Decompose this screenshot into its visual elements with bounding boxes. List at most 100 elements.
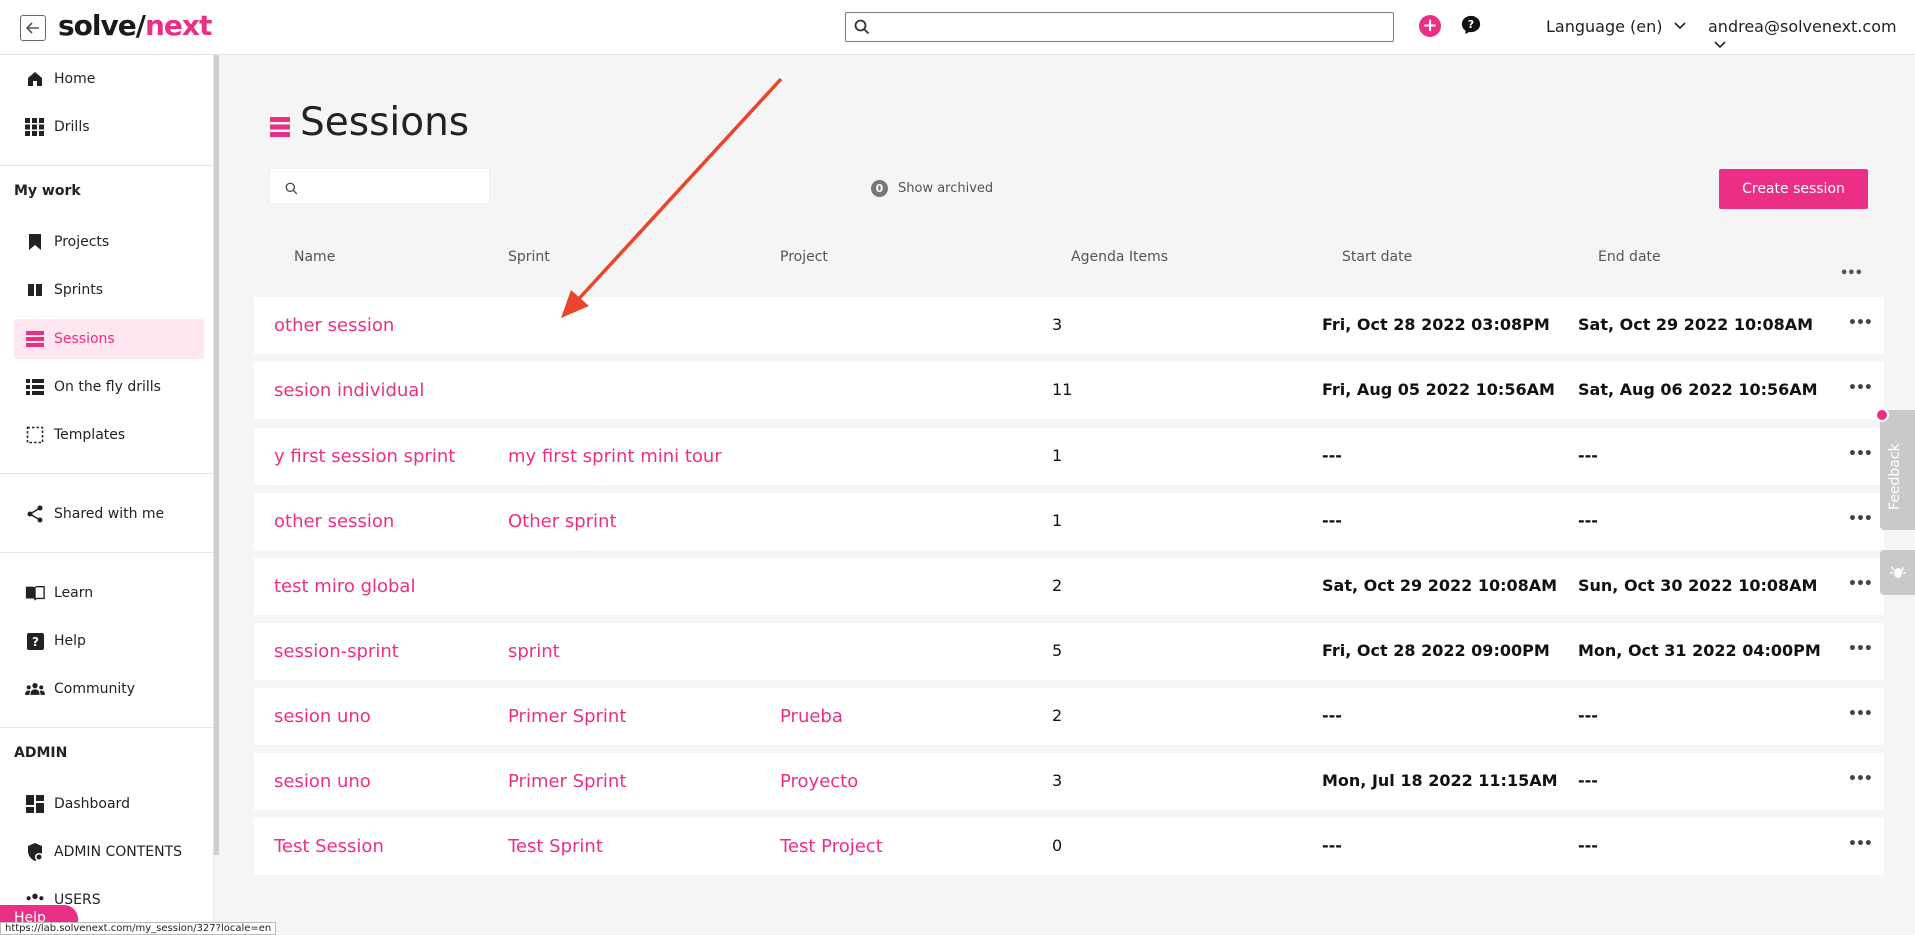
list-icon	[270, 116, 290, 137]
session-name-link[interactable]: Test Session	[274, 836, 384, 857]
sidebar-item-templates[interactable]: Templates	[14, 415, 204, 455]
start-date: Fri, Aug 05 2022 10:56AM	[1322, 380, 1555, 399]
chevron-down-icon	[1714, 41, 1726, 49]
sidebar-item-help[interactable]: ? Help	[14, 621, 204, 661]
logo[interactable]: solve/next	[58, 9, 212, 42]
dashed-square-icon	[25, 425, 45, 445]
start-date: ---	[1322, 446, 1342, 465]
page-title-text: Sessions	[300, 100, 470, 145]
sidebar-scrollbar[interactable]	[214, 55, 219, 855]
table-row[interactable]: y first session sprint my first sprint mi…	[254, 428, 1884, 485]
sprint-link[interactable]: Primer Sprint	[508, 771, 626, 792]
sidebar-item-community[interactable]: Community	[14, 669, 204, 709]
sprint-link[interactable]: Primer Sprint	[508, 706, 626, 727]
sidebar-item-admin-contents[interactable]: ADMIN CONTENTS	[14, 832, 204, 872]
column-header-end-date[interactable]: End date	[1598, 249, 1661, 265]
sidebar-item-shared-with-me[interactable]: Shared with me	[14, 494, 204, 534]
sidebar-item-drills[interactable]: Drills	[14, 107, 204, 147]
project-link[interactable]: Proyecto	[780, 771, 858, 792]
more-options-icon[interactable]: •••	[1848, 836, 1873, 852]
list-icon	[25, 329, 45, 349]
session-name-link[interactable]: sesion uno	[274, 771, 371, 792]
sprint-link[interactable]: my first sprint mini tour	[508, 446, 722, 467]
sidebar-item-label: Templates	[54, 427, 126, 443]
end-date: ---	[1578, 836, 1598, 855]
agenda-items-count: 1	[1052, 446, 1063, 465]
end-date: ---	[1578, 771, 1598, 790]
agenda-items-count: 2	[1052, 576, 1063, 595]
table-row[interactable]: sesion uno Primer Sprint Proyecto 3 Mon, Jul…	[254, 753, 1884, 810]
sidebar-item-label: Learn	[54, 585, 94, 601]
more-options-icon[interactable]: •••	[1848, 771, 1873, 787]
more-options-icon[interactable]: •••	[1840, 266, 1863, 281]
status-url: https://lab.solvenext.com/my_session/327…	[0, 922, 277, 935]
sidebar-item-sessions[interactable]: Sessions	[14, 319, 204, 359]
table-row[interactable]: sesion uno Primer Sprint Prueba 2 --- --- •••	[254, 688, 1884, 745]
table-row[interactable]: sesion individual 11 Fri, Aug 05 2022 10:5…	[254, 362, 1884, 419]
more-options-icon[interactable]: •••	[1848, 315, 1873, 331]
more-options-icon[interactable]: •••	[1848, 511, 1873, 527]
end-date: ---	[1578, 511, 1598, 530]
help-question-icon[interactable]: ?	[1460, 14, 1482, 36]
sprint-link[interactable]: Other sprint	[508, 511, 617, 532]
sidebar-item-learn[interactable]: Learn	[14, 573, 204, 613]
table-row[interactable]: other session Other sprint 1 --- --- •••	[254, 493, 1884, 550]
session-name-link[interactable]: test miro global	[274, 576, 415, 597]
agenda-items-count: 11	[1052, 380, 1073, 399]
sidebar-item-on-the-fly-drills[interactable]: On the fly drills	[14, 367, 204, 407]
language-selector[interactable]: Language (en)	[1546, 17, 1686, 36]
user-menu[interactable]: andrea@solvenext.com	[1708, 17, 1915, 55]
back-arrow-icon[interactable]	[20, 15, 46, 41]
show-archived-toggle[interactable]: 0 Show archived	[871, 180, 993, 197]
agenda-items-count: 2	[1052, 706, 1063, 725]
session-name-link[interactable]: session-sprint	[274, 641, 399, 662]
table-row[interactable]: test miro global 2 Sat, Oct 29 2022 10:08A…	[254, 558, 1884, 615]
session-name-link[interactable]: other session	[274, 315, 394, 336]
sidebar-item-label: Drills	[54, 119, 90, 135]
column-header-name[interactable]: Name	[294, 249, 335, 265]
session-name-link[interactable]: sesion uno	[274, 706, 371, 727]
more-options-icon[interactable]: •••	[1848, 380, 1873, 396]
session-name-link[interactable]: y first session sprint	[274, 446, 455, 467]
svg-text:?: ?	[32, 635, 39, 649]
session-name-link[interactable]: sesion individual	[274, 380, 424, 401]
table-row[interactable]: other session 3 Fri, Oct 28 2022 03:08PM Sa…	[254, 297, 1884, 354]
column-header-agenda-items[interactable]: Agenda Items	[1071, 249, 1168, 265]
page-title: Sessions	[270, 100, 469, 145]
more-options-icon[interactable]: •••	[1848, 706, 1873, 722]
close-icon[interactable]	[1875, 408, 1889, 422]
feedback-tab[interactable]: Feedback	[1880, 410, 1915, 530]
session-name-link[interactable]: other session	[274, 511, 394, 532]
table-row[interactable]: session-sprint sprint 5 Fri, Oct 28 2022 09…	[254, 623, 1884, 680]
logo-text-2: next	[144, 9, 212, 42]
sidebar-item-label: ADMIN CONTENTS	[54, 844, 183, 860]
sprint-link[interactable]: Test Sprint	[508, 836, 603, 857]
show-archived-label: Show archived	[898, 181, 994, 196]
column-header-project[interactable]: Project	[780, 249, 828, 265]
sprint-link[interactable]: sprint	[508, 641, 560, 662]
project-link[interactable]: Test Project	[780, 836, 883, 857]
sidebar-item-projects[interactable]: Projects	[14, 222, 204, 262]
sidebar-item-dashboard[interactable]: Dashboard	[14, 784, 204, 824]
more-options-icon[interactable]: •••	[1848, 641, 1873, 657]
project-link[interactable]: Prueba	[780, 706, 843, 727]
sidebar-item-home[interactable]: Home	[14, 59, 204, 99]
table-row[interactable]: Test Session Test Sprint Test Project 0 --- -…	[254, 818, 1884, 875]
sidebar-item-label: Community	[54, 681, 136, 697]
global-search-input[interactable]	[845, 12, 1394, 42]
more-options-icon[interactable]: •••	[1848, 446, 1873, 462]
columns-icon	[25, 280, 45, 300]
column-header-sprint[interactable]: Sprint	[508, 249, 550, 265]
section-title-admin: ADMIN	[14, 745, 68, 761]
bug-report-icon[interactable]	[1880, 550, 1915, 595]
column-header-start-date[interactable]: Start date	[1342, 249, 1412, 265]
sidebar-item-label: Help	[54, 633, 86, 649]
end-date: Mon, Oct 31 2022 04:00PM	[1578, 641, 1821, 660]
sessions-search-input[interactable]	[269, 168, 490, 204]
start-date: Fri, Oct 28 2022 03:08PM	[1322, 315, 1550, 334]
add-icon[interactable]: +	[1419, 15, 1441, 37]
more-options-icon[interactable]: •••	[1848, 576, 1873, 592]
sidebar-item-label: Sprints	[54, 282, 104, 298]
create-session-button[interactable]: Create session	[1719, 169, 1868, 209]
sidebar-item-sprints[interactable]: Sprints	[14, 270, 204, 310]
